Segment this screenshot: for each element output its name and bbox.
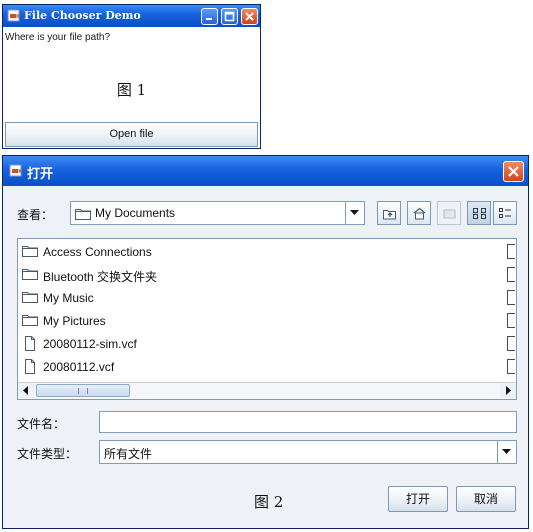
look-in-label: 查看：	[17, 208, 54, 222]
file-name: My Pictures	[43, 314, 106, 328]
file-name: 20080112.vcf	[43, 360, 115, 374]
title-bar[interactable]: File Chooser Demo	[3, 5, 260, 27]
close-button[interactable]	[503, 161, 524, 182]
details-view-button[interactable]	[493, 201, 517, 225]
scroll-left-button[interactable]	[18, 383, 34, 398]
file-type-label: 文件类型：	[17, 447, 78, 461]
open-file-button[interactable]: Open file	[5, 122, 258, 147]
file-icon	[25, 359, 35, 374]
cancel-button[interactable]: 取消	[456, 486, 516, 512]
home-button[interactable]	[407, 201, 431, 225]
look-in-combo[interactable]: My Documents	[70, 201, 365, 225]
chevron-down-icon	[502, 449, 511, 454]
chevron-down-icon	[350, 210, 359, 215]
arrow-left-icon	[23, 386, 28, 395]
new-folder-icon	[443, 209, 456, 219]
folder-icon	[22, 269, 38, 280]
minimize-icon	[206, 18, 212, 20]
figure-label: 图 1	[116, 81, 147, 99]
folder-icon	[22, 315, 38, 326]
file-name: Access Connections	[43, 245, 152, 259]
next-column-item-edge	[507, 313, 515, 328]
window-title: File Chooser Demo	[24, 9, 141, 22]
scroll-right-button[interactable]	[500, 383, 516, 398]
file-name: 20080112-sim.vcf	[43, 337, 137, 351]
title-bar[interactable]: 打开	[3, 156, 528, 186]
java-cup-icon	[9, 164, 22, 177]
folder-icon	[75, 209, 91, 220]
next-column-item-edge	[507, 336, 515, 351]
figure-label: 图 2	[254, 493, 284, 511]
folder-icon	[22, 246, 38, 257]
scrollbar-thumb[interactable]	[36, 384, 130, 397]
file-chooser-demo-window: File Chooser Demo Where is your file pat…	[2, 4, 261, 149]
next-column-item-edge	[507, 244, 515, 259]
next-column-item-edge	[507, 359, 515, 374]
up-folder-button[interactable]	[377, 201, 401, 225]
grip-icon	[78, 388, 88, 394]
maximize-icon	[224, 11, 235, 22]
file-name: My Music	[43, 291, 94, 305]
file-icon	[25, 336, 35, 351]
dialog-title: 打开	[27, 167, 54, 182]
file-type-dropdown-button[interactable]	[497, 441, 516, 463]
details-view-icon	[499, 208, 511, 218]
file-name-label: 文件名：	[17, 417, 66, 431]
look-in-value: My Documents	[95, 206, 176, 220]
next-column-item-edge	[507, 267, 515, 282]
list-view-icon	[473, 208, 486, 219]
java-cup-icon	[7, 9, 20, 22]
horizontal-scrollbar[interactable]	[18, 382, 516, 399]
open-dialog-window: 打开 查看： My Documents Access Connections B…	[2, 155, 529, 529]
file-type-combo[interactable]: 所有文件	[99, 440, 517, 464]
list-view-button[interactable]	[467, 201, 491, 225]
folder-icon	[22, 292, 38, 303]
file-name-input[interactable]	[99, 411, 517, 433]
new-folder-button[interactable]	[437, 201, 461, 225]
file-path-prompt: Where is your file path?	[5, 32, 111, 43]
look-in-dropdown-button[interactable]	[345, 202, 364, 224]
file-list[interactable]: Access Connections Bluetooth 交换文件夹 My Mu…	[17, 238, 517, 400]
next-column-item-edge	[507, 290, 515, 305]
close-icon	[245, 12, 254, 21]
arrow-right-icon	[506, 386, 511, 395]
close-button[interactable]	[241, 8, 258, 25]
maximize-button[interactable]	[221, 8, 238, 25]
open-button[interactable]: 打开	[388, 486, 448, 512]
close-icon	[508, 166, 519, 177]
file-name: Bluetooth 交换文件夹	[43, 270, 158, 284]
home-icon	[413, 207, 426, 220]
minimize-button[interactable]	[201, 8, 218, 25]
file-type-value: 所有文件	[104, 447, 153, 461]
up-folder-icon	[383, 210, 396, 220]
